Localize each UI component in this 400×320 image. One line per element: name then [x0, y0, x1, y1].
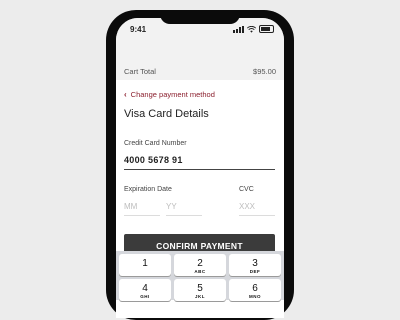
status-time: 9:41: [130, 25, 147, 34]
change-payment-method-link[interactable]: ‹ Change payment method: [124, 90, 215, 99]
key-letters: DEF: [249, 269, 261, 274]
expiration-date-label: Expiration Date: [124, 186, 172, 193]
status-icons: [233, 25, 274, 33]
cvc-label: CVC: [239, 186, 254, 193]
key-letters: JKL: [194, 294, 205, 299]
expiration-month-input[interactable]: MM: [124, 202, 160, 216]
key-6[interactable]: 6 MNO: [229, 279, 281, 301]
key-letters: MNO: [249, 294, 261, 299]
key-number: 3: [252, 258, 258, 269]
expiration-year-input[interactable]: YY: [166, 202, 202, 216]
key-number: 6: [252, 283, 258, 294]
cvc-input[interactable]: XXX: [239, 202, 275, 216]
key-number: 4: [142, 283, 148, 294]
wifi-icon: [247, 26, 256, 33]
card-number-input[interactable]: 4000 5678 91: [124, 155, 275, 170]
key-letters: ABC: [194, 269, 206, 274]
key-2[interactable]: 2 ABC: [174, 254, 226, 276]
key-3[interactable]: 3 DEF: [229, 254, 281, 276]
key-5[interactable]: 5 JKL: [174, 279, 226, 301]
card-number-label: Credit Card Number: [124, 140, 187, 147]
panel-title: Visa Card Details: [124, 108, 209, 120]
change-payment-method-label: Change payment method: [130, 90, 215, 99]
key-letters: GHI: [140, 294, 150, 299]
key-number: 2: [197, 258, 203, 269]
phone-notch: [160, 10, 240, 24]
key-number: 5: [197, 283, 203, 294]
key-number: 1: [142, 258, 148, 269]
chevron-left-icon: ‹: [124, 90, 127, 99]
numeric-keypad: 1 2 ABC 3 DEF 4 GHI 5 JKL 6 MNO: [116, 251, 284, 301]
cart-total-amount: $95.00: [253, 67, 276, 76]
key-1[interactable]: 1: [119, 254, 171, 276]
cart-total-label: Cart Total: [124, 67, 156, 76]
key-4[interactable]: 4 GHI: [119, 279, 171, 301]
cart-summary-bar: Cart Total $95.00: [116, 40, 284, 81]
battery-icon: [259, 25, 274, 33]
signal-icon: [233, 26, 244, 33]
